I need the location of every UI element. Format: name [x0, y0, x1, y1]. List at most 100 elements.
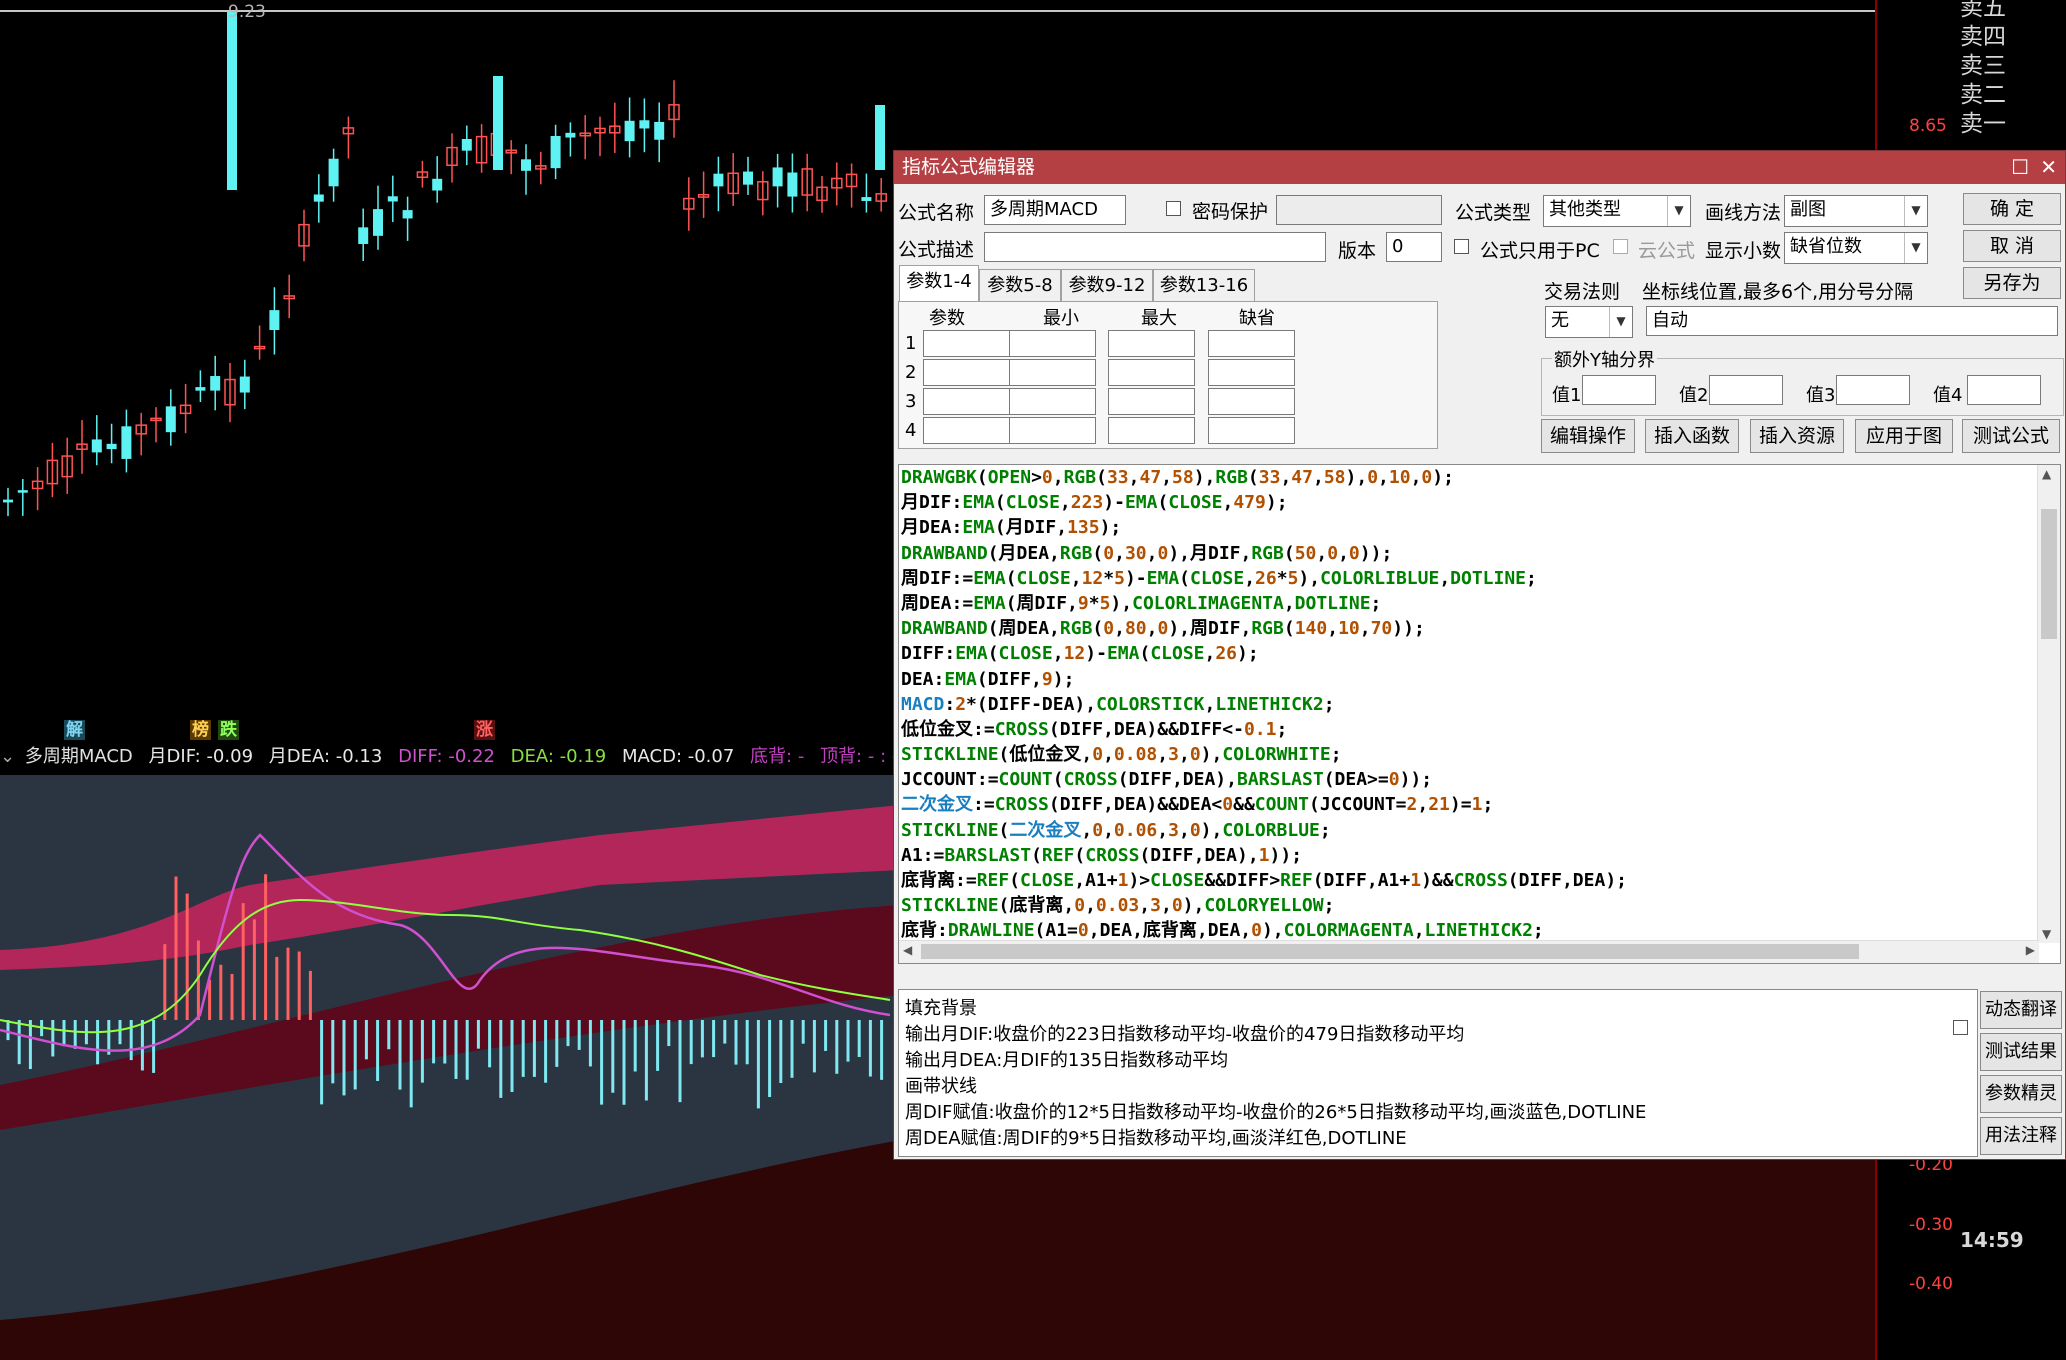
code-token: ( — [1247, 467, 1259, 488]
param-cell[interactable] — [1009, 388, 1096, 415]
param-cell[interactable] — [1208, 330, 1295, 357]
value1-input[interactable] — [1582, 375, 1656, 405]
event-marker-jie[interactable]: 解 — [64, 720, 85, 740]
cloud-checkbox[interactable] — [1613, 239, 1628, 254]
param-cell[interactable] — [1208, 359, 1295, 386]
param-cell[interactable] — [1108, 417, 1195, 444]
formula-type-select[interactable]: 其他类型 ▼ — [1543, 195, 1691, 227]
code-token: DRAWBAND — [901, 542, 988, 564]
formula-name-input[interactable]: 多周期MACD — [984, 195, 1126, 225]
param-cell[interactable] — [1108, 359, 1195, 386]
test-formula-button[interactable]: 测试公式 — [1962, 419, 2060, 453]
version-label: 版本 — [1338, 240, 1377, 262]
param-cell[interactable] — [1108, 388, 1195, 415]
horizontal-scrollbar[interactable]: ◀ ▶ — [899, 940, 2039, 963]
collapse-icon[interactable]: ⌄ — [0, 746, 15, 767]
code-token: , — [1222, 492, 1234, 514]
code-token: > — [1031, 467, 1042, 488]
value2-input[interactable] — [1709, 375, 1783, 405]
event-marker-zhang[interactable]: 涨 — [474, 720, 495, 740]
code-token: 底背: — [901, 920, 948, 942]
code-token: , — [1338, 542, 1349, 564]
insert-function-button[interactable]: 插入函数 — [1645, 419, 1739, 453]
code-token: LINETHICK2 — [1215, 693, 1324, 715]
code-token: RGB — [1251, 618, 1284, 640]
code-token: EMA — [962, 492, 995, 514]
code-token: &&DIFF> — [1204, 870, 1281, 891]
hscroll-thumb[interactable] — [921, 944, 1859, 959]
order-book-label: 卖一 — [1960, 111, 2006, 137]
vertical-scrollbar[interactable]: ▲ ▼ — [2037, 465, 2060, 943]
tab-params-5-8[interactable]: 参数5-8 — [979, 269, 1061, 301]
code-token: 0.1 — [1243, 718, 1277, 740]
tab-params-13-16[interactable]: 参数13-16 — [1153, 269, 1255, 301]
output-checkbox[interactable] — [1953, 1020, 1968, 1035]
code-token: MACD — [901, 693, 945, 715]
code-editor[interactable]: DRAWGBK(OPEN>0,RGB(33,47,58),RGB(33,47,5… — [898, 464, 2061, 964]
ok-button[interactable]: 确 定 — [1963, 193, 2061, 225]
password-input[interactable] — [1276, 195, 1442, 225]
code-token: , — [1146, 618, 1158, 640]
code-token: , — [1413, 920, 1425, 942]
usage-notes-button[interactable]: 用法注释 — [1980, 1117, 2062, 1155]
edit-ops-button[interactable]: 编辑操作 — [1541, 419, 1635, 453]
tab-params-1-4[interactable]: 参数1-4 — [899, 265, 979, 302]
draw-method-select[interactable]: 副图 ▼ — [1784, 195, 1928, 227]
maximize-icon[interactable]: ☐ — [2011, 151, 2029, 184]
cancel-button[interactable]: 取 消 — [1963, 230, 2061, 262]
param-cell[interactable] — [1208, 417, 1295, 444]
code-token: 70 — [1370, 618, 1393, 640]
event-marker-die[interactable]: 跌 — [218, 720, 239, 740]
decimals-select[interactable]: 缺省位数 ▼ — [1784, 232, 1928, 264]
param-cell[interactable] — [1108, 330, 1195, 357]
test-result-button[interactable]: 测试结果 — [1980, 1033, 2062, 1071]
formula-desc-input[interactable] — [984, 232, 1326, 262]
code-token: ( — [1052, 769, 1064, 791]
code-token: 223 — [1070, 492, 1104, 514]
formula-type-value: 其他类型 — [1549, 199, 1621, 220]
version-input[interactable]: 0 — [1386, 232, 1442, 262]
formula-editor-dialog: 指标公式编辑器 ☐ ✕ 公式名称 多周期MACD 密码保护 公式类型 其他类型 ▼… — [893, 150, 2066, 1160]
code-token: , — [1103, 744, 1114, 766]
scroll-up-icon[interactable]: ▲ — [2042, 467, 2051, 481]
code-token: , — [1204, 643, 1216, 665]
param-cell[interactable] — [1009, 417, 1096, 444]
insert-resource-button[interactable]: 插入资源 — [1750, 419, 1844, 453]
trade-rule-select[interactable]: 无 ▼ — [1545, 306, 1633, 338]
tab-params-9-12[interactable]: 参数9-12 — [1061, 269, 1153, 301]
coord-input[interactable]: 自动 — [1646, 306, 2058, 336]
param-cell[interactable] — [1009, 330, 1096, 357]
code-token: (月DIF, — [994, 517, 1068, 539]
code-token: 2 — [955, 693, 967, 715]
scroll-down-icon[interactable]: ▼ — [2042, 927, 2051, 941]
output-line: 画带状线 — [905, 1076, 977, 1097]
event-marker-bang[interactable]: 榜 — [190, 720, 211, 740]
scroll-thumb[interactable] — [2041, 509, 2057, 639]
password-checkbox[interactable] — [1166, 201, 1181, 216]
param-cell[interactable] — [1208, 388, 1295, 415]
pc-only-checkbox[interactable] — [1454, 239, 1469, 254]
save-as-button[interactable]: 另存为 — [1963, 267, 2061, 299]
dialog-title: 指标公式编辑器 — [902, 156, 1036, 178]
code-token: 21 — [1428, 794, 1450, 816]
code-token: 58 — [1323, 467, 1346, 488]
code-token: 0 — [1077, 920, 1089, 942]
scroll-left-icon[interactable]: ◀ — [903, 943, 912, 957]
dynamic-translate-button[interactable]: 动态翻译 — [1980, 991, 2062, 1029]
apply-to-chart-button[interactable]: 应用于图 — [1855, 419, 1953, 453]
code-token: 10 — [1388, 467, 1411, 488]
candle-body — [743, 171, 753, 185]
code-token: )> — [1128, 870, 1151, 891]
close-icon[interactable]: ✕ — [2040, 151, 2057, 184]
param-wizard-button[interactable]: 参数精灵 — [1980, 1075, 2062, 1113]
scroll-right-icon[interactable]: ▶ — [2026, 943, 2035, 957]
value4-input[interactable] — [1967, 375, 2041, 405]
code-token: ( — [1283, 542, 1295, 564]
dialog-titlebar[interactable]: 指标公式编辑器 ☐ ✕ — [894, 151, 2065, 184]
code-token: 0 — [1189, 744, 1201, 766]
candle-body — [358, 227, 369, 244]
code-token: , — [1103, 819, 1114, 841]
param-cell[interactable] — [1009, 359, 1096, 386]
value3-input[interactable] — [1836, 375, 1910, 405]
indicator-name[interactable]: 多周期MACD — [25, 746, 133, 767]
